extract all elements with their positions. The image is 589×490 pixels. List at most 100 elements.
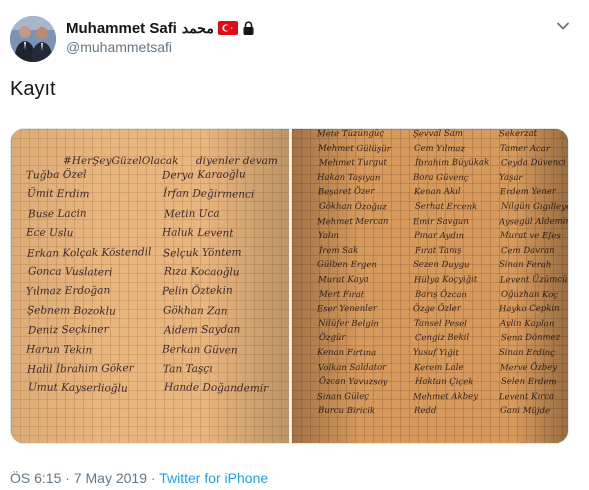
handwritten-name: Özge Özler (412, 303, 461, 315)
handwritten-name: Derya Karaoğlu (161, 168, 246, 182)
handwritten-name: Sinan Ferah (498, 260, 552, 271)
handwritten-name: Redd (413, 406, 437, 417)
handwritten-name: Mehmet Mercan (316, 216, 389, 227)
handwritten-name: Rıza Kocaoğlu (163, 265, 240, 279)
handwritten-name: Pınar Aydın (413, 230, 465, 242)
notebook-right-page: Mete Tüzüngüç Mehmet Gülüşür Mehmet Turgut… (292, 129, 569, 443)
handwritten-name: Sinan Erdinç (498, 347, 555, 359)
handwritten-name: Hande Doğandemir (163, 381, 269, 396)
display-name[interactable]: Muhammet Safi (66, 20, 177, 37)
handwritten-name: Metin Uca (163, 207, 220, 221)
handwritten-name: Mehmet Turgut (318, 157, 388, 169)
handwritten-name: Tuğba Özel (25, 168, 87, 182)
author-name-row[interactable]: Muhammet Safi محمد (66, 18, 255, 38)
handwritten-name: Volkan Saldator (317, 362, 387, 373)
handwritten-name: Nilüfer Belgin (317, 318, 379, 330)
tweet-source-link[interactable]: Twitter for iPhone (159, 470, 268, 486)
handwritten-name: Ümit Erdim (26, 187, 90, 201)
handwritten-name: Sezen Duygu (412, 260, 470, 271)
handwritten-name: Gani Müjde (499, 406, 551, 417)
handwritten-name: Şebnem Bozoklu (26, 304, 116, 318)
handwritten-name: İbrahim Büyükak (414, 157, 490, 169)
tweet-metadata: ÖS 6:15 · 7 May 2019 · Twitter for iPhon… (10, 470, 268, 486)
handwritten-name: Levent Kırca (498, 391, 555, 403)
handwritten-name: Selen Erdem (500, 376, 557, 388)
chevron-down-icon[interactable] (555, 18, 571, 34)
handwritten-name: Harun Tekin (25, 343, 93, 357)
handwritten-name: Eser Yenenler (316, 303, 378, 315)
handwritten-name: Mete Tüzüngüç (316, 129, 385, 140)
handwritten-name: Cengiz Bekil (414, 333, 470, 344)
handwritten-name: Erdem Yener (499, 187, 557, 198)
header-suffix: diyenler devam (195, 155, 278, 167)
handwritten-name: Sena Dönmez (500, 333, 561, 344)
handwritten-name: Tansel Pesel (413, 318, 467, 330)
handwritten-name: Hayko Cepkin (498, 303, 560, 315)
handwritten-name: Kerem Lale (413, 362, 464, 373)
handwritten-name: Levent Üzümcü (499, 274, 568, 286)
handwritten-name: Deniz Seçkiner (27, 323, 109, 337)
notebook-left-page: #HerŞeyGüzelOlacak diyenler devam Tuğba … (11, 129, 289, 443)
handwritten-name: Haktan Çiçek (414, 376, 474, 388)
handwritten-name: Kenan Akıl (413, 187, 461, 198)
handwritten-name: Umut Kayserlioğlu (27, 381, 128, 396)
handwritten-name: Murat ve Efes (499, 230, 561, 242)
handwritten-name: Yalın (317, 231, 339, 242)
user-handle[interactable]: @muhammetsafi (66, 39, 172, 55)
handwritten-name: Burcu Biricik (317, 406, 376, 417)
handwritten-name: Sekerzat (498, 129, 538, 140)
handwritten-name: Selçuk Yöntem (162, 246, 242, 260)
handwritten-name: Özcan Yavuzsoy (318, 376, 388, 388)
hashtag: #HerŞeyGüzelOlacak (63, 155, 179, 167)
handwritten-name: Kenan Fırtına (316, 347, 377, 359)
handwritten-name: Beşaret Özer (317, 187, 375, 198)
handwritten-name: Fırat Tanış (414, 245, 462, 257)
handwritten-name: Merve Özbey (499, 362, 558, 373)
handwritten-name: Bora Güvenç (412, 172, 469, 184)
handwritten-name: Aysegül Aldemir (498, 216, 569, 227)
tweet-card: Muhammet Safi محمد @muhammetsafi Kayıt #… (0, 0, 589, 490)
handwritten-name: Halil İbrahim Göker (26, 362, 134, 376)
handwritten-name: Aylin Kaplan (499, 318, 555, 330)
handwritten-name: İrfan Değirmenci (162, 187, 255, 202)
handwritten-name: Mehmet Akbey (412, 391, 479, 403)
handwritten-name: Cem Yılmaz (413, 143, 466, 154)
handwritten-name: Cem Davran (500, 245, 555, 257)
left-page-header: #HerŞeyGüzelOlacak diyenler devam (63, 155, 278, 167)
tweet-text: Kayıt (10, 78, 56, 100)
handwritten-name: Ece Uslu (25, 226, 74, 240)
handwritten-name: Berkan Güven (161, 343, 238, 357)
handwritten-name: Yılmaz Erdoğan (25, 284, 111, 298)
handwritten-name: İrem Sak (318, 245, 359, 257)
handwritten-name: Haluk Levent (161, 226, 234, 240)
tweet-date[interactable]: 7 May 2019 (74, 470, 147, 486)
handwritten-name: Gökhan Zan (162, 304, 228, 318)
lock-icon (243, 20, 254, 35)
handwritten-name: Şevval Sam (412, 129, 463, 140)
handwritten-name: Gökhan Özoğuz (318, 201, 387, 213)
handwritten-name: Erkan Kolçak Köstendil (26, 245, 152, 260)
handwritten-name: Gonca Vuslateri (27, 265, 113, 279)
meta-separator: · (65, 470, 70, 486)
meta-separator: · (150, 470, 156, 486)
handwritten-name: Mert Fırat (318, 289, 365, 300)
handwritten-name: Ceyda Düvenci (500, 157, 566, 169)
handwritten-name: Hülya Koçyiğit (413, 274, 478, 286)
turkey-flag-icon (217, 21, 238, 35)
handwritten-name: Aidem Saydan (163, 323, 241, 337)
handwritten-name: Yaşar (498, 172, 523, 183)
handwritten-name: Buse Lacin (27, 207, 87, 221)
avatar[interactable] (10, 16, 56, 62)
handwritten-name: Oğuzhan Koç (500, 289, 559, 300)
tweet-photo[interactable]: #HerŞeyGüzelOlacak diyenler devam Tuğba … (10, 128, 569, 444)
arabic-name: محمد (181, 19, 214, 36)
handwritten-name: Sinan Güleç (316, 391, 370, 403)
handwritten-name: Serhat Ercenk (414, 201, 478, 213)
tweet-time[interactable]: ÖS 6:15 (10, 470, 61, 486)
handwritten-name: Tan Taşçı (162, 362, 213, 376)
handwritten-name: Mehmet Gülüşür (317, 143, 391, 154)
handwritten-name: Barış Özcan (414, 289, 467, 300)
handwritten-name: Pelin Öztekin (161, 284, 233, 298)
handwritten-name: Nilgün Gıgılleyen (500, 201, 569, 213)
handwritten-name: Emir Savgun (412, 216, 469, 227)
